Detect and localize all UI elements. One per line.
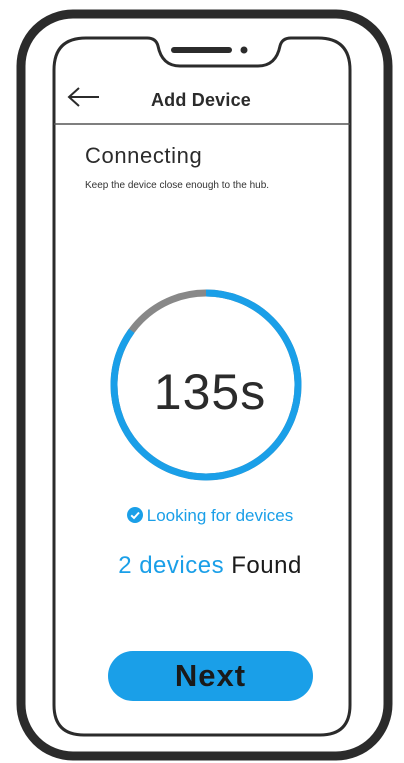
next-button[interactable]: Next — [108, 651, 313, 701]
devices-found-row: 2 devices Found — [0, 552, 404, 580]
devices-found-count: 2 devices — [118, 552, 225, 579]
page-title: Add Device — [150, 90, 252, 110]
status-row: Looking for devices — [0, 506, 404, 526]
section-title: Connecting — [85, 143, 203, 168]
devices-found-suffix: Found — [231, 552, 302, 579]
countdown-timer: 135s — [153, 364, 267, 420]
status-label: Looking for devices — [146, 506, 294, 525]
front-camera — [240, 46, 248, 54]
header-bar: Add Device — [55, 82, 347, 122]
check-circle-icon — [126, 507, 143, 523]
section-subtitle: Keep the device close enough to the hub. — [85, 180, 270, 191]
